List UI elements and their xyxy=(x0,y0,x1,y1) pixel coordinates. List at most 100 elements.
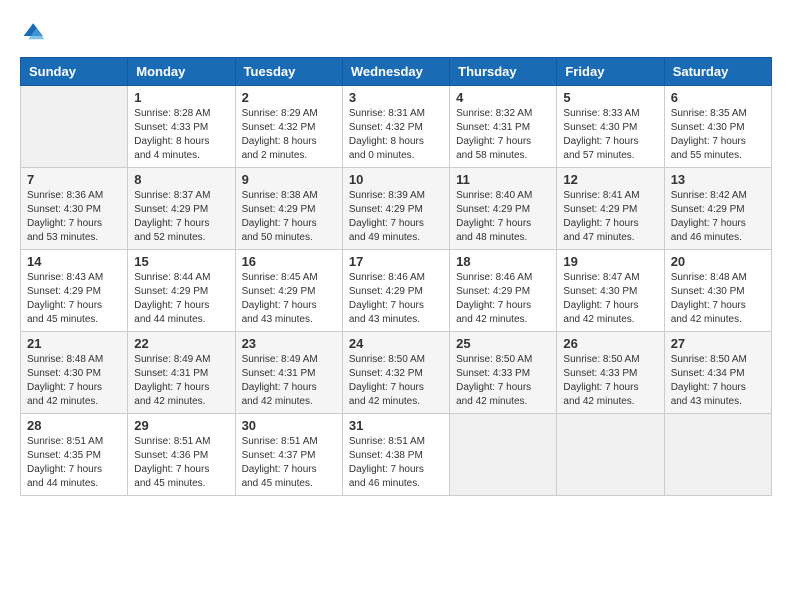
calendar-cell: 20 Sunrise: 8:48 AMSunset: 4:30 PMDaylig… xyxy=(664,250,771,332)
day-number: 31 xyxy=(349,418,443,433)
calendar-table: SundayMondayTuesdayWednesdayThursdayFrid… xyxy=(20,57,772,496)
day-info: Sunrise: 8:37 AMSunset: 4:29 PMDaylight:… xyxy=(134,190,210,243)
calendar-cell: 26 Sunrise: 8:50 AMSunset: 4:33 PMDaylig… xyxy=(557,332,664,414)
day-of-week-header: Saturday xyxy=(664,58,771,86)
calendar-cell: 4 Sunrise: 8:32 AMSunset: 4:31 PMDayligh… xyxy=(450,86,557,168)
page-header xyxy=(20,20,772,49)
day-info: Sunrise: 8:45 AMSunset: 4:29 PMDaylight:… xyxy=(242,272,318,325)
calendar-cell xyxy=(557,414,664,496)
day-number: 27 xyxy=(671,336,765,351)
day-info: Sunrise: 8:49 AMSunset: 4:31 PMDaylight:… xyxy=(242,354,318,407)
day-number: 24 xyxy=(349,336,443,351)
day-number: 23 xyxy=(242,336,336,351)
day-number: 29 xyxy=(134,418,228,433)
day-info: Sunrise: 8:36 AMSunset: 4:30 PMDaylight:… xyxy=(27,190,103,243)
day-of-week-header: Sunday xyxy=(21,58,128,86)
day-of-week-header: Tuesday xyxy=(235,58,342,86)
calendar-week-row: 21 Sunrise: 8:48 AMSunset: 4:30 PMDaylig… xyxy=(21,332,772,414)
calendar-cell: 8 Sunrise: 8:37 AMSunset: 4:29 PMDayligh… xyxy=(128,168,235,250)
day-number: 13 xyxy=(671,172,765,187)
day-number: 19 xyxy=(563,254,657,269)
calendar-cell: 25 Sunrise: 8:50 AMSunset: 4:33 PMDaylig… xyxy=(450,332,557,414)
calendar-cell: 2 Sunrise: 8:29 AMSunset: 4:32 PMDayligh… xyxy=(235,86,342,168)
day-number: 9 xyxy=(242,172,336,187)
day-number: 7 xyxy=(27,172,121,187)
day-info: Sunrise: 8:43 AMSunset: 4:29 PMDaylight:… xyxy=(27,272,103,325)
day-number: 15 xyxy=(134,254,228,269)
day-number: 6 xyxy=(671,90,765,105)
day-number: 25 xyxy=(456,336,550,351)
logo xyxy=(20,20,46,49)
calendar-cell xyxy=(21,86,128,168)
calendar-cell: 10 Sunrise: 8:39 AMSunset: 4:29 PMDaylig… xyxy=(342,168,449,250)
day-number: 10 xyxy=(349,172,443,187)
day-of-week-header: Friday xyxy=(557,58,664,86)
calendar-cell: 31 Sunrise: 8:51 AMSunset: 4:38 PMDaylig… xyxy=(342,414,449,496)
day-info: Sunrise: 8:29 AMSunset: 4:32 PMDaylight:… xyxy=(242,108,318,161)
day-info: Sunrise: 8:51 AMSunset: 4:38 PMDaylight:… xyxy=(349,436,425,489)
day-number: 22 xyxy=(134,336,228,351)
day-info: Sunrise: 8:39 AMSunset: 4:29 PMDaylight:… xyxy=(349,190,425,243)
day-number: 16 xyxy=(242,254,336,269)
day-of-week-header: Monday xyxy=(128,58,235,86)
day-info: Sunrise: 8:46 AMSunset: 4:29 PMDaylight:… xyxy=(456,272,532,325)
day-number: 12 xyxy=(563,172,657,187)
day-info: Sunrise: 8:41 AMSunset: 4:29 PMDaylight:… xyxy=(563,190,639,243)
day-info: Sunrise: 8:51 AMSunset: 4:36 PMDaylight:… xyxy=(134,436,210,489)
calendar-week-row: 14 Sunrise: 8:43 AMSunset: 4:29 PMDaylig… xyxy=(21,250,772,332)
calendar-week-row: 1 Sunrise: 8:28 AMSunset: 4:33 PMDayligh… xyxy=(21,86,772,168)
calendar-cell: 12 Sunrise: 8:41 AMSunset: 4:29 PMDaylig… xyxy=(557,168,664,250)
calendar-cell: 3 Sunrise: 8:31 AMSunset: 4:32 PMDayligh… xyxy=(342,86,449,168)
calendar-cell: 16 Sunrise: 8:45 AMSunset: 4:29 PMDaylig… xyxy=(235,250,342,332)
day-info: Sunrise: 8:46 AMSunset: 4:29 PMDaylight:… xyxy=(349,272,425,325)
day-info: Sunrise: 8:47 AMSunset: 4:30 PMDaylight:… xyxy=(563,272,639,325)
calendar-cell: 13 Sunrise: 8:42 AMSunset: 4:29 PMDaylig… xyxy=(664,168,771,250)
calendar-cell: 5 Sunrise: 8:33 AMSunset: 4:30 PMDayligh… xyxy=(557,86,664,168)
day-number: 28 xyxy=(27,418,121,433)
day-of-week-header: Wednesday xyxy=(342,58,449,86)
day-info: Sunrise: 8:50 AMSunset: 4:34 PMDaylight:… xyxy=(671,354,747,407)
day-info: Sunrise: 8:51 AMSunset: 4:37 PMDaylight:… xyxy=(242,436,318,489)
day-of-week-header: Thursday xyxy=(450,58,557,86)
day-number: 14 xyxy=(27,254,121,269)
day-number: 30 xyxy=(242,418,336,433)
day-number: 3 xyxy=(349,90,443,105)
calendar-cell: 17 Sunrise: 8:46 AMSunset: 4:29 PMDaylig… xyxy=(342,250,449,332)
calendar-cell: 22 Sunrise: 8:49 AMSunset: 4:31 PMDaylig… xyxy=(128,332,235,414)
day-info: Sunrise: 8:51 AMSunset: 4:35 PMDaylight:… xyxy=(27,436,103,489)
day-info: Sunrise: 8:38 AMSunset: 4:29 PMDaylight:… xyxy=(242,190,318,243)
logo-icon xyxy=(22,20,46,44)
calendar-cell: 14 Sunrise: 8:43 AMSunset: 4:29 PMDaylig… xyxy=(21,250,128,332)
day-number: 8 xyxy=(134,172,228,187)
day-info: Sunrise: 8:44 AMSunset: 4:29 PMDaylight:… xyxy=(134,272,210,325)
calendar-cell: 1 Sunrise: 8:28 AMSunset: 4:33 PMDayligh… xyxy=(128,86,235,168)
calendar-cell: 24 Sunrise: 8:50 AMSunset: 4:32 PMDaylig… xyxy=(342,332,449,414)
day-number: 11 xyxy=(456,172,550,187)
day-number: 21 xyxy=(27,336,121,351)
calendar-week-row: 28 Sunrise: 8:51 AMSunset: 4:35 PMDaylig… xyxy=(21,414,772,496)
day-info: Sunrise: 8:50 AMSunset: 4:33 PMDaylight:… xyxy=(456,354,532,407)
calendar-cell xyxy=(450,414,557,496)
day-number: 17 xyxy=(349,254,443,269)
calendar-header-row: SundayMondayTuesdayWednesdayThursdayFrid… xyxy=(21,58,772,86)
day-info: Sunrise: 8:50 AMSunset: 4:32 PMDaylight:… xyxy=(349,354,425,407)
calendar-cell: 27 Sunrise: 8:50 AMSunset: 4:34 PMDaylig… xyxy=(664,332,771,414)
day-info: Sunrise: 8:40 AMSunset: 4:29 PMDaylight:… xyxy=(456,190,532,243)
calendar-cell: 7 Sunrise: 8:36 AMSunset: 4:30 PMDayligh… xyxy=(21,168,128,250)
day-number: 20 xyxy=(671,254,765,269)
day-info: Sunrise: 8:33 AMSunset: 4:30 PMDaylight:… xyxy=(563,108,639,161)
day-info: Sunrise: 8:49 AMSunset: 4:31 PMDaylight:… xyxy=(134,354,210,407)
day-number: 18 xyxy=(456,254,550,269)
calendar-cell: 28 Sunrise: 8:51 AMSunset: 4:35 PMDaylig… xyxy=(21,414,128,496)
day-info: Sunrise: 8:42 AMSunset: 4:29 PMDaylight:… xyxy=(671,190,747,243)
calendar-cell: 23 Sunrise: 8:49 AMSunset: 4:31 PMDaylig… xyxy=(235,332,342,414)
day-info: Sunrise: 8:35 AMSunset: 4:30 PMDaylight:… xyxy=(671,108,747,161)
calendar-cell: 18 Sunrise: 8:46 AMSunset: 4:29 PMDaylig… xyxy=(450,250,557,332)
day-number: 5 xyxy=(563,90,657,105)
calendar-cell: 29 Sunrise: 8:51 AMSunset: 4:36 PMDaylig… xyxy=(128,414,235,496)
calendar-cell: 11 Sunrise: 8:40 AMSunset: 4:29 PMDaylig… xyxy=(450,168,557,250)
day-number: 26 xyxy=(563,336,657,351)
calendar-cell: 30 Sunrise: 8:51 AMSunset: 4:37 PMDaylig… xyxy=(235,414,342,496)
day-info: Sunrise: 8:50 AMSunset: 4:33 PMDaylight:… xyxy=(563,354,639,407)
calendar-cell: 15 Sunrise: 8:44 AMSunset: 4:29 PMDaylig… xyxy=(128,250,235,332)
